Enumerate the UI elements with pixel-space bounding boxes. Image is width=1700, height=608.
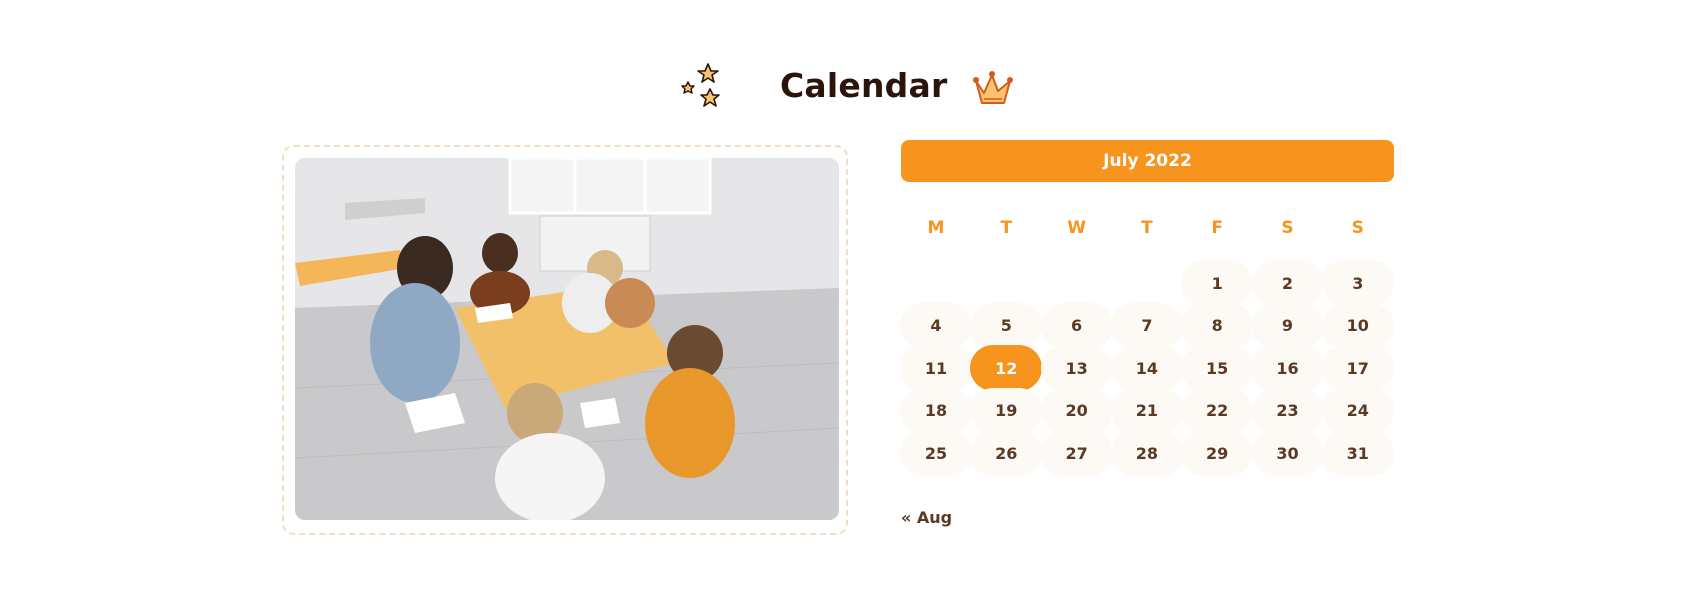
calendar-day[interactable]: 16 xyxy=(1251,345,1324,391)
weekday-label: F xyxy=(1211,218,1223,238)
stars-icon xyxy=(681,63,720,107)
calendar-day[interactable]: 6 xyxy=(1040,302,1113,349)
calendar-month-label: July 2022 xyxy=(1103,151,1192,171)
calendar-day[interactable]: 4 xyxy=(900,302,972,349)
photo-frame xyxy=(282,145,848,535)
calendar-day[interactable]: 5 xyxy=(970,302,1043,349)
calendar-day[interactable]: 8 xyxy=(1181,302,1254,349)
classroom-photo xyxy=(295,158,839,520)
calendar-day[interactable]: 27 xyxy=(1040,430,1113,476)
calendar-day[interactable]: 10 xyxy=(1321,302,1394,349)
page-title: Calendar xyxy=(780,66,948,105)
calendar-day[interactable]: 22 xyxy=(1181,387,1254,434)
calendar-day-today[interactable]: 12 xyxy=(970,345,1043,391)
calendar-day[interactable]: 3 xyxy=(1321,260,1394,306)
calendar-day[interactable]: 26 xyxy=(970,430,1043,476)
calendar-day[interactable]: 29 xyxy=(1181,430,1254,476)
calendar-day[interactable]: 13 xyxy=(1040,345,1113,391)
weekday-label: T xyxy=(1000,218,1013,238)
calendar-days-grid: 1 2 3 4 5 6 7 8 9 10 11 12 13 14 15 16 17 18 19 20 21 22 23 24 2… xyxy=(900,260,1394,500)
crown-icon xyxy=(973,71,1013,104)
calendar-day[interactable]: 2 xyxy=(1251,260,1324,306)
calendar-day[interactable]: 9 xyxy=(1251,302,1324,349)
calendar-day[interactable]: 31 xyxy=(1321,430,1394,476)
calendar-day[interactable]: 23 xyxy=(1251,387,1324,434)
weekday-label: T xyxy=(1141,218,1153,238)
calendar-day[interactable]: 28 xyxy=(1110,430,1183,476)
calendar-day[interactable]: 20 xyxy=(1040,387,1113,434)
weekday-row: MTWTFSS xyxy=(901,218,1394,242)
page-header: Calendar xyxy=(0,50,1700,125)
calendar-day[interactable]: 15 xyxy=(1181,345,1254,391)
weekday-label: M xyxy=(927,218,945,238)
calendar-day[interactable]: 1 xyxy=(1181,260,1254,306)
calendar-month-header: July 2022 xyxy=(901,140,1394,182)
weekday-label: S xyxy=(1351,218,1364,238)
weekday-label: S xyxy=(1281,218,1294,238)
calendar-day[interactable]: 21 xyxy=(1110,387,1183,434)
calendar-day[interactable]: 19 xyxy=(970,387,1043,434)
calendar-day[interactable]: 24 xyxy=(1321,387,1394,434)
previous-month-link[interactable]: « Aug xyxy=(901,508,952,527)
calendar-day[interactable]: 7 xyxy=(1110,302,1183,349)
calendar-day[interactable]: 25 xyxy=(900,430,972,476)
weekday-label: W xyxy=(1067,218,1086,238)
calendar-day[interactable]: 17 xyxy=(1321,345,1394,391)
calendar-day[interactable]: 18 xyxy=(900,387,972,434)
calendar-widget: July 2022 MTWTFSS 1 2 3 4 5 6 7 8 9 10 11 12 13 14 15 1… xyxy=(900,140,1394,527)
calendar-day[interactable]: 14 xyxy=(1110,345,1183,391)
calendar-day[interactable]: 11 xyxy=(900,345,972,391)
calendar-day[interactable]: 30 xyxy=(1251,430,1324,476)
